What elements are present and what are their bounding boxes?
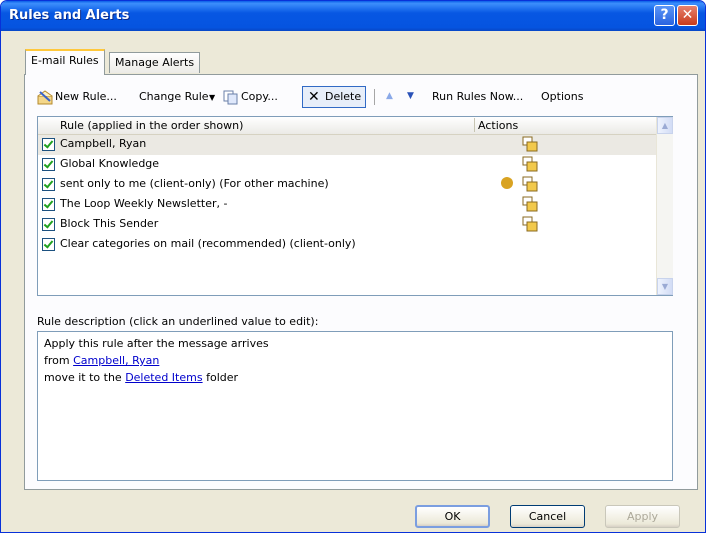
apply-button[interactable]: Apply <box>605 505 680 528</box>
rules-and-alerts-dialog: Rules and Alerts ? ✕ E-mail Rules Manage… <box>0 0 706 533</box>
scroll-up-icon[interactable]: ▲ <box>657 117 673 134</box>
window-title: Rules and Alerts <box>9 8 130 23</box>
rules-list[interactable]: Rule (applied in the order shown) Action… <box>37 116 673 296</box>
rule-row[interactable]: Clear categories on mail (recommended) (… <box>38 235 656 255</box>
rule-row[interactable]: sent only to me (client-only) (For other… <box>38 175 656 195</box>
rule-name: Global Knowledge <box>60 157 160 170</box>
tab-e-mail-rules[interactable]: E-mail Rules <box>25 49 105 75</box>
copy-button[interactable]: Copy... <box>241 90 278 103</box>
rule-checkbox[interactable] <box>42 218 55 231</box>
chevron-down-icon[interactable]: ▼ <box>209 93 215 102</box>
description-text: folder <box>202 371 239 384</box>
rule-name: Clear categories on mail (recommended) (… <box>60 237 356 250</box>
cancel-button[interactable]: Cancel <box>510 505 585 528</box>
delete-label: Delete <box>325 90 362 103</box>
sender-link[interactable]: Campbell, Ryan <box>73 354 159 367</box>
ok-button[interactable]: OK <box>415 505 490 528</box>
title-bar[interactable]: Rules and Alerts ? ✕ <box>1 1 705 31</box>
rule-row[interactable]: Global Knowledge <box>38 155 656 175</box>
copy-icon <box>223 90 238 105</box>
rule-checkbox[interactable] <box>42 198 55 211</box>
rule-action-icon <box>522 136 538 152</box>
rules-toolbar: New Rule... Change Rule ▼ Copy... ✕ Dele… <box>37 86 687 110</box>
rule-checkbox[interactable] <box>42 138 55 151</box>
rule-checkbox[interactable] <box>42 238 55 251</box>
sound-icon <box>501 177 513 189</box>
rule-description-label: Rule description (click an underlined va… <box>37 315 319 328</box>
rule-action-icon <box>522 216 538 232</box>
rule-description-box: Apply this rule after the message arrive… <box>37 331 673 481</box>
e-mail-rules-panel: New Rule... Change Rule ▼ Copy... ✕ Dele… <box>24 74 698 490</box>
tab-manage-alerts[interactable]: Manage Alerts <box>109 52 201 73</box>
rule-name: The Loop Weekly Newsletter, - <box>60 197 228 210</box>
move-up-icon[interactable]: ▲ <box>386 91 393 101</box>
toolbar-separator <box>374 89 375 105</box>
help-button[interactable]: ? <box>654 5 675 26</box>
run-rules-now-button[interactable]: Run Rules Now... <box>432 90 523 103</box>
description-line: move it to the Deleted Items folder <box>44 369 672 386</box>
rule-checkbox[interactable] <box>42 158 55 171</box>
column-rule[interactable]: Rule (applied in the order shown) <box>60 119 243 132</box>
rule-name: sent only to me (client-only) (For other… <box>60 177 329 190</box>
column-actions[interactable]: Actions <box>478 119 518 132</box>
delete-x-icon: ✕ <box>308 89 320 105</box>
description-line: from Campbell, Ryan <box>44 352 672 369</box>
description-line: Apply this rule after the message arrive… <box>44 337 269 350</box>
rule-action-icon <box>522 196 538 212</box>
rule-action-icon <box>522 156 538 172</box>
rule-action-icon <box>522 176 538 192</box>
new-rule-button[interactable]: New Rule... <box>55 90 117 103</box>
folder-link[interactable]: Deleted Items <box>125 371 202 384</box>
scroll-down-icon[interactable]: ▼ <box>657 278 673 295</box>
rule-name: Block This Sender <box>60 217 159 230</box>
rule-name: Campbell, Ryan <box>60 137 147 150</box>
change-rule-button[interactable]: Change Rule <box>139 90 209 103</box>
description-text: from <box>44 354 74 367</box>
rule-row[interactable]: The Loop Weekly Newsletter, - <box>38 195 656 215</box>
options-button[interactable]: Options <box>541 90 583 103</box>
rules-list-scrollbar[interactable]: ▲ ▼ <box>656 117 673 295</box>
close-button[interactable]: ✕ <box>677 5 698 26</box>
description-text: move it to the <box>44 371 126 384</box>
rules-list-header: Rule (applied in the order shown) Action… <box>38 117 656 135</box>
new-rule-icon <box>37 90 53 105</box>
rule-row[interactable]: Block This Sender <box>38 215 656 235</box>
delete-button[interactable]: ✕ Delete <box>302 86 366 108</box>
column-divider <box>474 118 475 132</box>
move-down-icon[interactable]: ▼ <box>407 91 414 101</box>
rule-checkbox[interactable] <box>42 178 55 191</box>
rule-row[interactable]: Campbell, Ryan <box>38 135 656 155</box>
